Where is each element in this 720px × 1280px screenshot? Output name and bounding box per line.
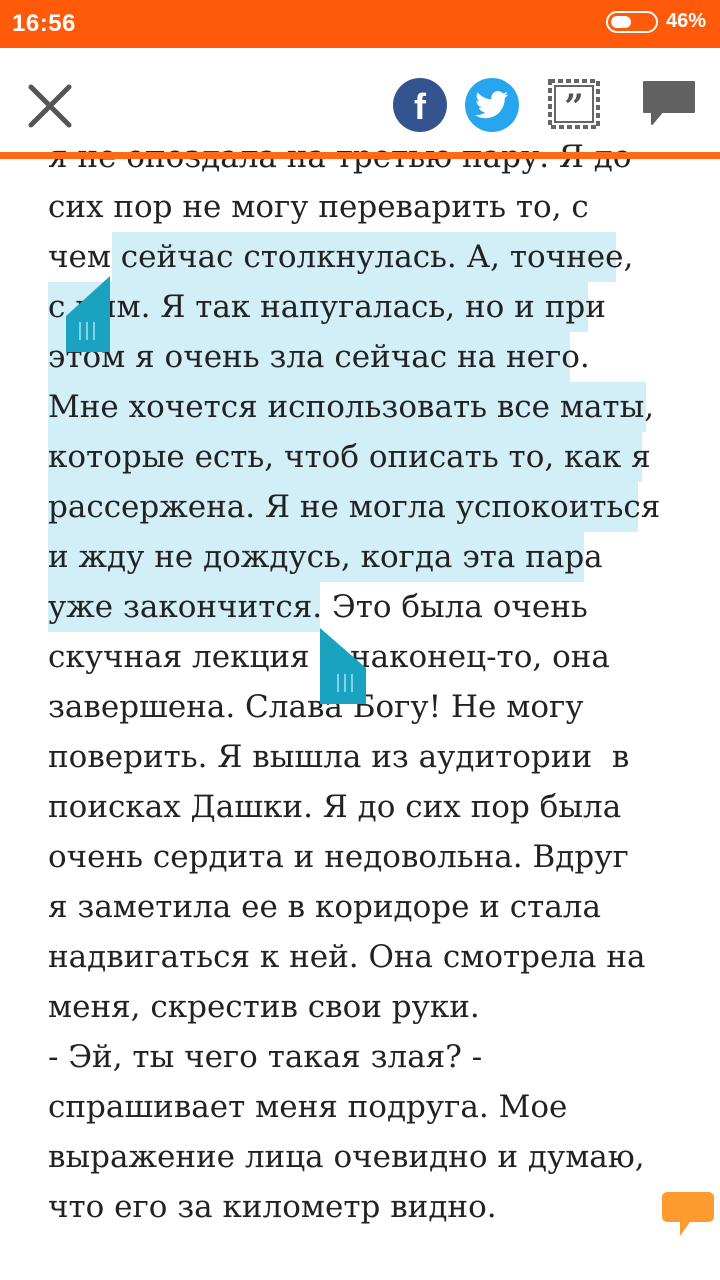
battery-indicator: 46% [605,10,706,33]
text-line: - Эй, ты чего такая злая? - [48,1039,483,1075]
quote-button[interactable]: ” [545,76,603,132]
text-line: сих пор не могу переварить то, с [48,189,589,225]
text-line: очень сердита и недовольна. Вдруг [48,839,629,875]
text-line: и жду не дождусь, когда эта пара [48,539,603,575]
text-line: завершена. Слава Богу! Не могу [48,689,584,725]
text-line: рассержена. Я не могла успокоиться [48,489,661,525]
battery-icon [605,10,658,33]
text-line: поверить. Я вышла из аудитории в [48,739,630,775]
text-line: чем сейчас столкнулась. А, точнее, [48,239,634,275]
reader-text-area[interactable]: я не опоздала на третью пару. Я до сих п… [0,136,720,1280]
text-line: меня, скрестив свои руки. [48,989,480,1025]
selection-end-handle[interactable] [320,628,366,704]
text-line: поисках Дашки. Я до сих пор была [48,789,622,825]
quote-icon: ” [548,79,600,129]
toolbar-divider [0,152,720,159]
text-line: этом я очень зла сейчас на него. [48,339,590,375]
text-line: что его за километр видно. [48,1189,497,1225]
comment-icon [643,81,695,125]
text-line: я не опоздала на третью пару. Я до [48,136,632,182]
status-bar: 16:56 46% [0,0,720,48]
text-line: спрашивает меня подруга. Мое [48,1089,568,1125]
battery-percent: 46% [665,10,706,32]
twitter-icon [475,91,509,119]
selection-handle-icon [66,276,110,352]
text-line: надвигаться к ней. Она смотрела на [48,939,646,975]
comment-button[interactable] [640,78,698,130]
selection-handle-icon [320,628,366,704]
twitter-share-button[interactable] [465,78,519,132]
svg-text:”: ” [564,87,584,127]
floating-comment-button[interactable] [660,1190,716,1240]
text-line: Мне хочется использовать все маты, [48,389,655,425]
selection-start-handle[interactable] [66,276,112,352]
text-line: уже закончится. Это была очень [48,589,588,625]
facebook-share-button[interactable]: f [393,78,447,132]
chat-bubble-icon [662,1192,714,1236]
close-button[interactable] [26,82,74,130]
text-line: которые есть, чтоб описать то, как я [48,439,651,475]
facebook-icon: f [414,86,426,127]
close-icon [28,84,72,128]
text-line: с ним. Я так напугалась, но и при [48,289,606,325]
text-line: я заметила ее в коридоре и стала [48,889,601,925]
status-time: 16:56 [12,10,76,37]
text-line: выражение лица очевидно и думаю, [48,1139,645,1175]
